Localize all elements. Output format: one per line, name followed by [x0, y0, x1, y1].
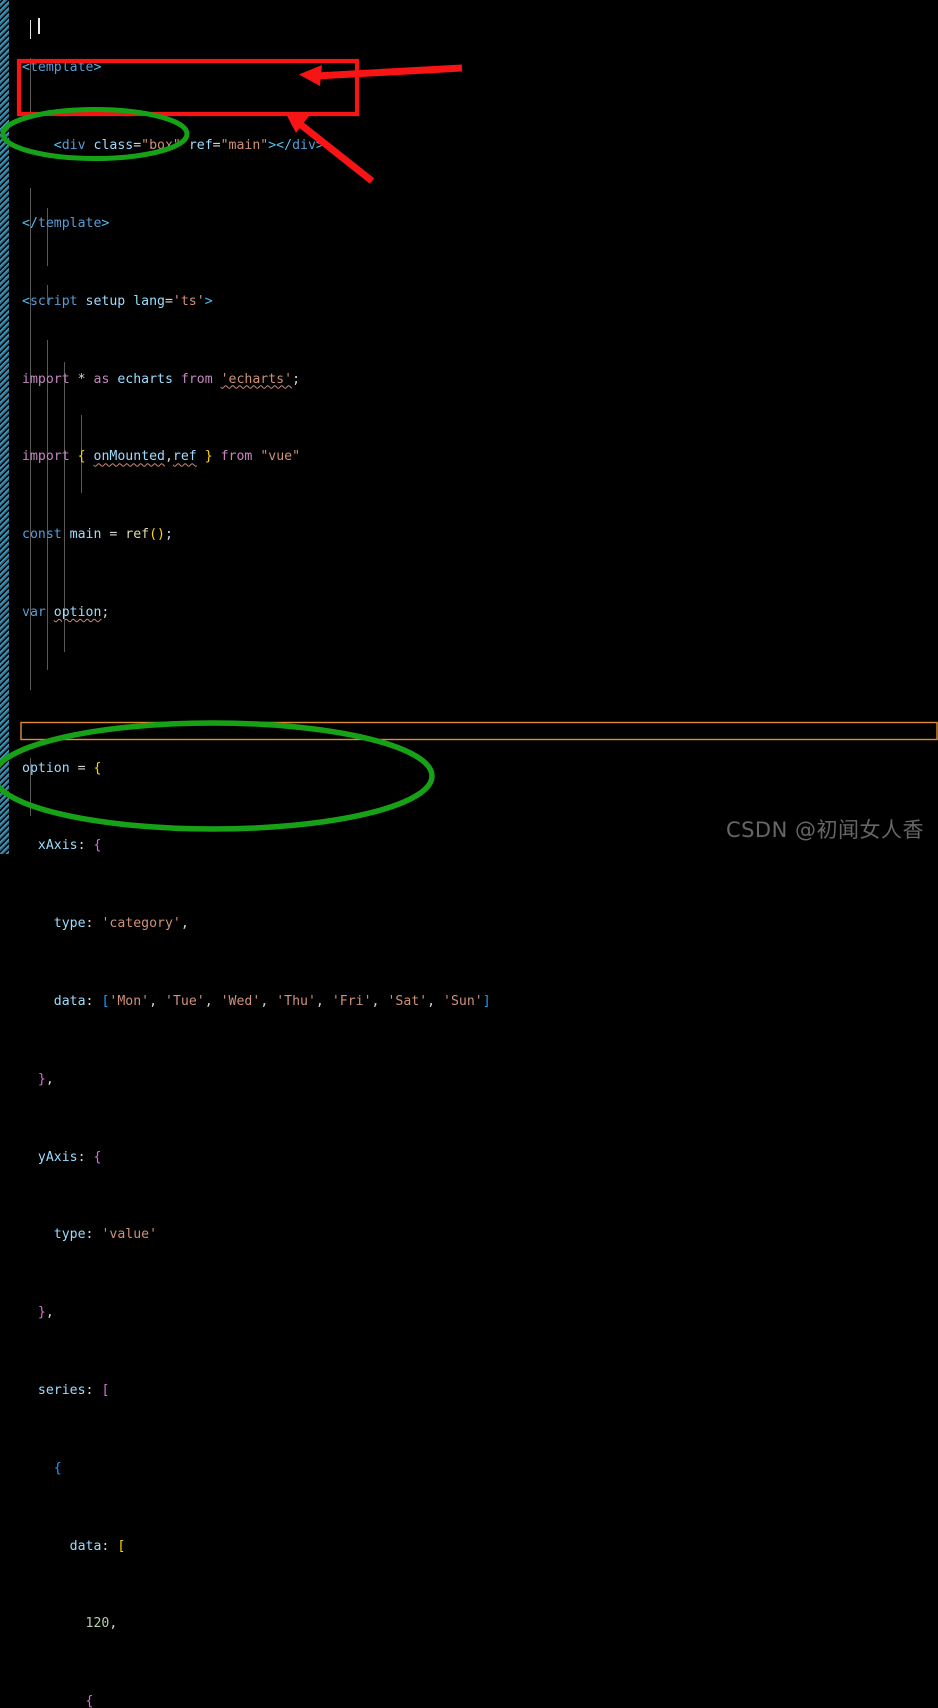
- csdn-watermark: CSDN @初闻女人香: [725, 818, 924, 842]
- code-content: <template> <div class="box" ref="main"><…: [0, 0, 938, 1708]
- code-line: yAxis: {: [37, 1149, 102, 1165]
- code-line: data: ['Mon', 'Tue', 'Wed', 'Thu', 'Fri'…: [53, 993, 491, 1009]
- code-line: <template>: [22, 60, 102, 76]
- code-line: type: 'category',: [53, 916, 189, 932]
- code-line: const main = ref();: [22, 527, 173, 543]
- code-line: option = {: [22, 760, 102, 776]
- code-editor[interactable]: <template> <div class="box" ref="main"><…: [0, 0, 938, 1708]
- code-line: type: 'value': [53, 1227, 158, 1243]
- code-line: },: [37, 1071, 54, 1087]
- code-line: 120,: [85, 1616, 118, 1632]
- code-line: <div class="box" ref="main"></div>: [53, 138, 324, 154]
- code-line: data: [: [69, 1538, 126, 1554]
- code-line: var option;: [22, 604, 110, 620]
- code-line: import * as echarts from 'echarts';: [22, 371, 301, 387]
- code-line: },: [37, 1305, 54, 1321]
- code-line: <script setup lang='ts'>: [22, 293, 213, 309]
- code-line: {: [85, 1694, 94, 1708]
- code-line: </template>: [22, 215, 110, 231]
- code-line: {: [53, 1460, 62, 1476]
- code-line: import { onMounted,ref } from "vue": [22, 449, 301, 465]
- code-line: series: [: [37, 1382, 110, 1398]
